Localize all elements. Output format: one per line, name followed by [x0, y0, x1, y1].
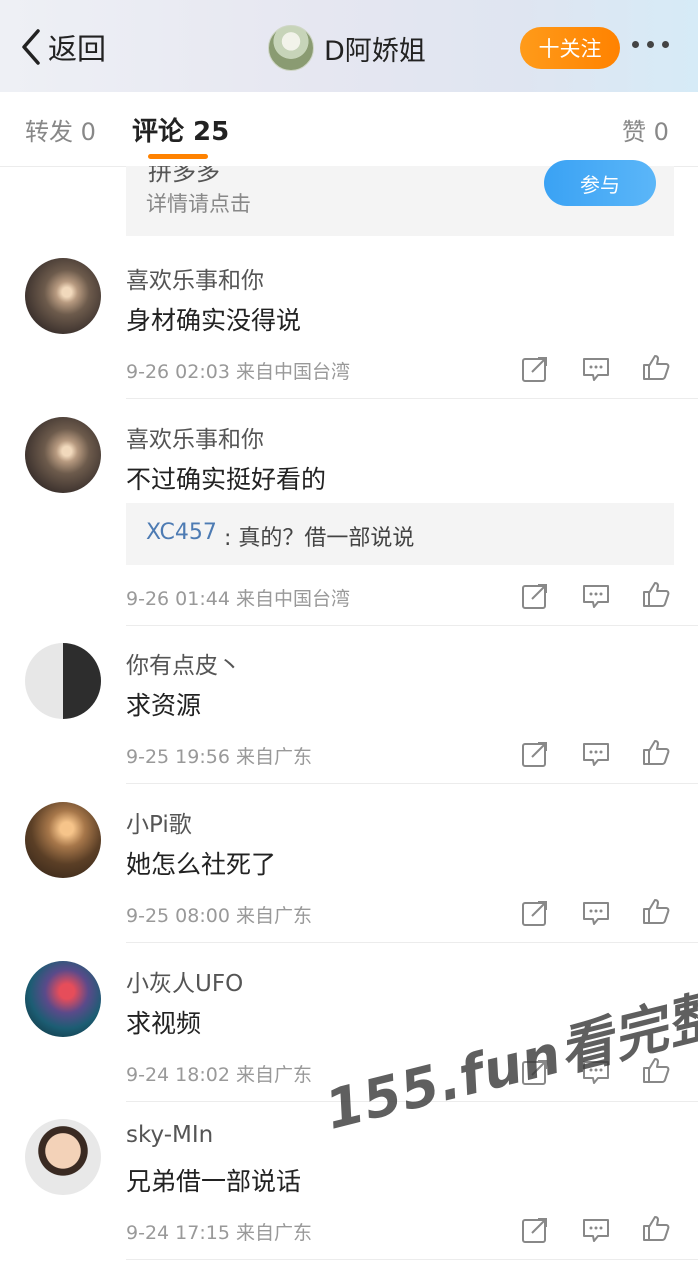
- join-button[interactable]: 参与: [544, 160, 656, 206]
- like-icon[interactable]: [641, 1213, 671, 1243]
- top-navigation-bar: 返回 D阿娇姐 十关注: [0, 0, 698, 92]
- comment-text: 求资源: [126, 691, 202, 720]
- avatar[interactable]: [25, 802, 101, 878]
- share-icon[interactable]: [520, 739, 550, 769]
- comment-username[interactable]: 小Pi歌: [126, 805, 192, 839]
- avatar[interactable]: [25, 1119, 101, 1195]
- comment-text: 身材确实没得说: [126, 306, 302, 335]
- comment-text: 兄弟借一部说话: [126, 1167, 302, 1196]
- follow-button[interactable]: 十关注: [520, 27, 620, 69]
- author-info[interactable]: D阿娇姐: [268, 25, 426, 71]
- comment-username[interactable]: 喜欢乐事和你: [126, 261, 264, 295]
- comment-meta: 9-25 08:00 来自广东: [126, 905, 312, 927]
- like-icon[interactable]: [641, 352, 671, 382]
- comment-username[interactable]: 小灰人UFO: [126, 964, 243, 998]
- more-dot: [662, 41, 669, 48]
- comment-username[interactable]: 喜欢乐事和你: [126, 420, 264, 454]
- detail-tabs: 转发 0 评论 25 赞 0: [0, 92, 698, 167]
- tab-like[interactable]: 赞 0: [622, 112, 669, 147]
- quoted-username[interactable]: XC457: [146, 520, 217, 545]
- active-tab-indicator: [148, 154, 208, 159]
- like-icon[interactable]: [641, 737, 671, 767]
- divider: [126, 1259, 698, 1260]
- promo-card[interactable]: 拼多多 详情请点击 参与: [126, 160, 674, 236]
- quoted-reply[interactable]: XC457 : 真的？借一部说说: [126, 503, 674, 565]
- like-icon[interactable]: [641, 896, 671, 926]
- divider: [126, 942, 698, 943]
- comment-meta: 9-25 19:56 来自广东: [126, 746, 312, 768]
- divider: [126, 398, 698, 399]
- more-dot: [647, 41, 654, 48]
- back-button[interactable]: 返回: [18, 24, 106, 70]
- avatar[interactable]: [25, 258, 101, 334]
- comment-text: 不过确实挺好看的: [126, 465, 327, 494]
- comment-icon[interactable]: [581, 898, 611, 928]
- quoted-text: : 真的？借一部说说: [224, 526, 415, 551]
- comment-icon[interactable]: [581, 1215, 611, 1245]
- share-icon[interactable]: [520, 1215, 550, 1245]
- back-label: 返回: [48, 32, 107, 66]
- comment-meta: 9-26 01:44 来自中国台湾: [126, 588, 350, 610]
- comment-icon[interactable]: [581, 354, 611, 384]
- divider: [126, 625, 698, 626]
- comment-meta: 9-26 02:03 来自中国台湾: [126, 361, 350, 383]
- more-dot: [632, 41, 639, 48]
- comment-icon[interactable]: [581, 581, 611, 611]
- share-icon[interactable]: [520, 581, 550, 611]
- author-name[interactable]: D阿娇姐: [324, 29, 426, 68]
- promo-subtitle: 详情请点击: [146, 192, 251, 216]
- comment-username[interactable]: 你有点皮丶: [126, 646, 241, 680]
- tab-repost[interactable]: 转发 0: [25, 112, 96, 147]
- comment-text: 求视频: [126, 1009, 202, 1038]
- avatar[interactable]: [25, 643, 101, 719]
- comment-meta: 9-24 17:15 来自广东: [126, 1222, 312, 1244]
- comment-meta: 9-24 18:02 来自广东: [126, 1064, 312, 1086]
- share-icon[interactable]: [520, 354, 550, 384]
- tab-comment[interactable]: 评论 25: [132, 111, 229, 148]
- watermark-text: 155.fun看完整版: [319, 969, 698, 1142]
- comment-username[interactable]: sky-MIn: [126, 1122, 213, 1148]
- comment-icon[interactable]: [581, 739, 611, 769]
- avatar[interactable]: [25, 961, 101, 1037]
- share-icon[interactable]: [520, 898, 550, 928]
- more-options-icon[interactable]: [632, 41, 669, 48]
- like-icon[interactable]: [641, 579, 671, 609]
- comment-text: 她怎么社死了: [126, 850, 277, 879]
- divider: [126, 783, 698, 784]
- chevron-left-icon: [22, 29, 40, 65]
- author-avatar[interactable]: [268, 25, 314, 71]
- avatar[interactable]: [25, 417, 101, 493]
